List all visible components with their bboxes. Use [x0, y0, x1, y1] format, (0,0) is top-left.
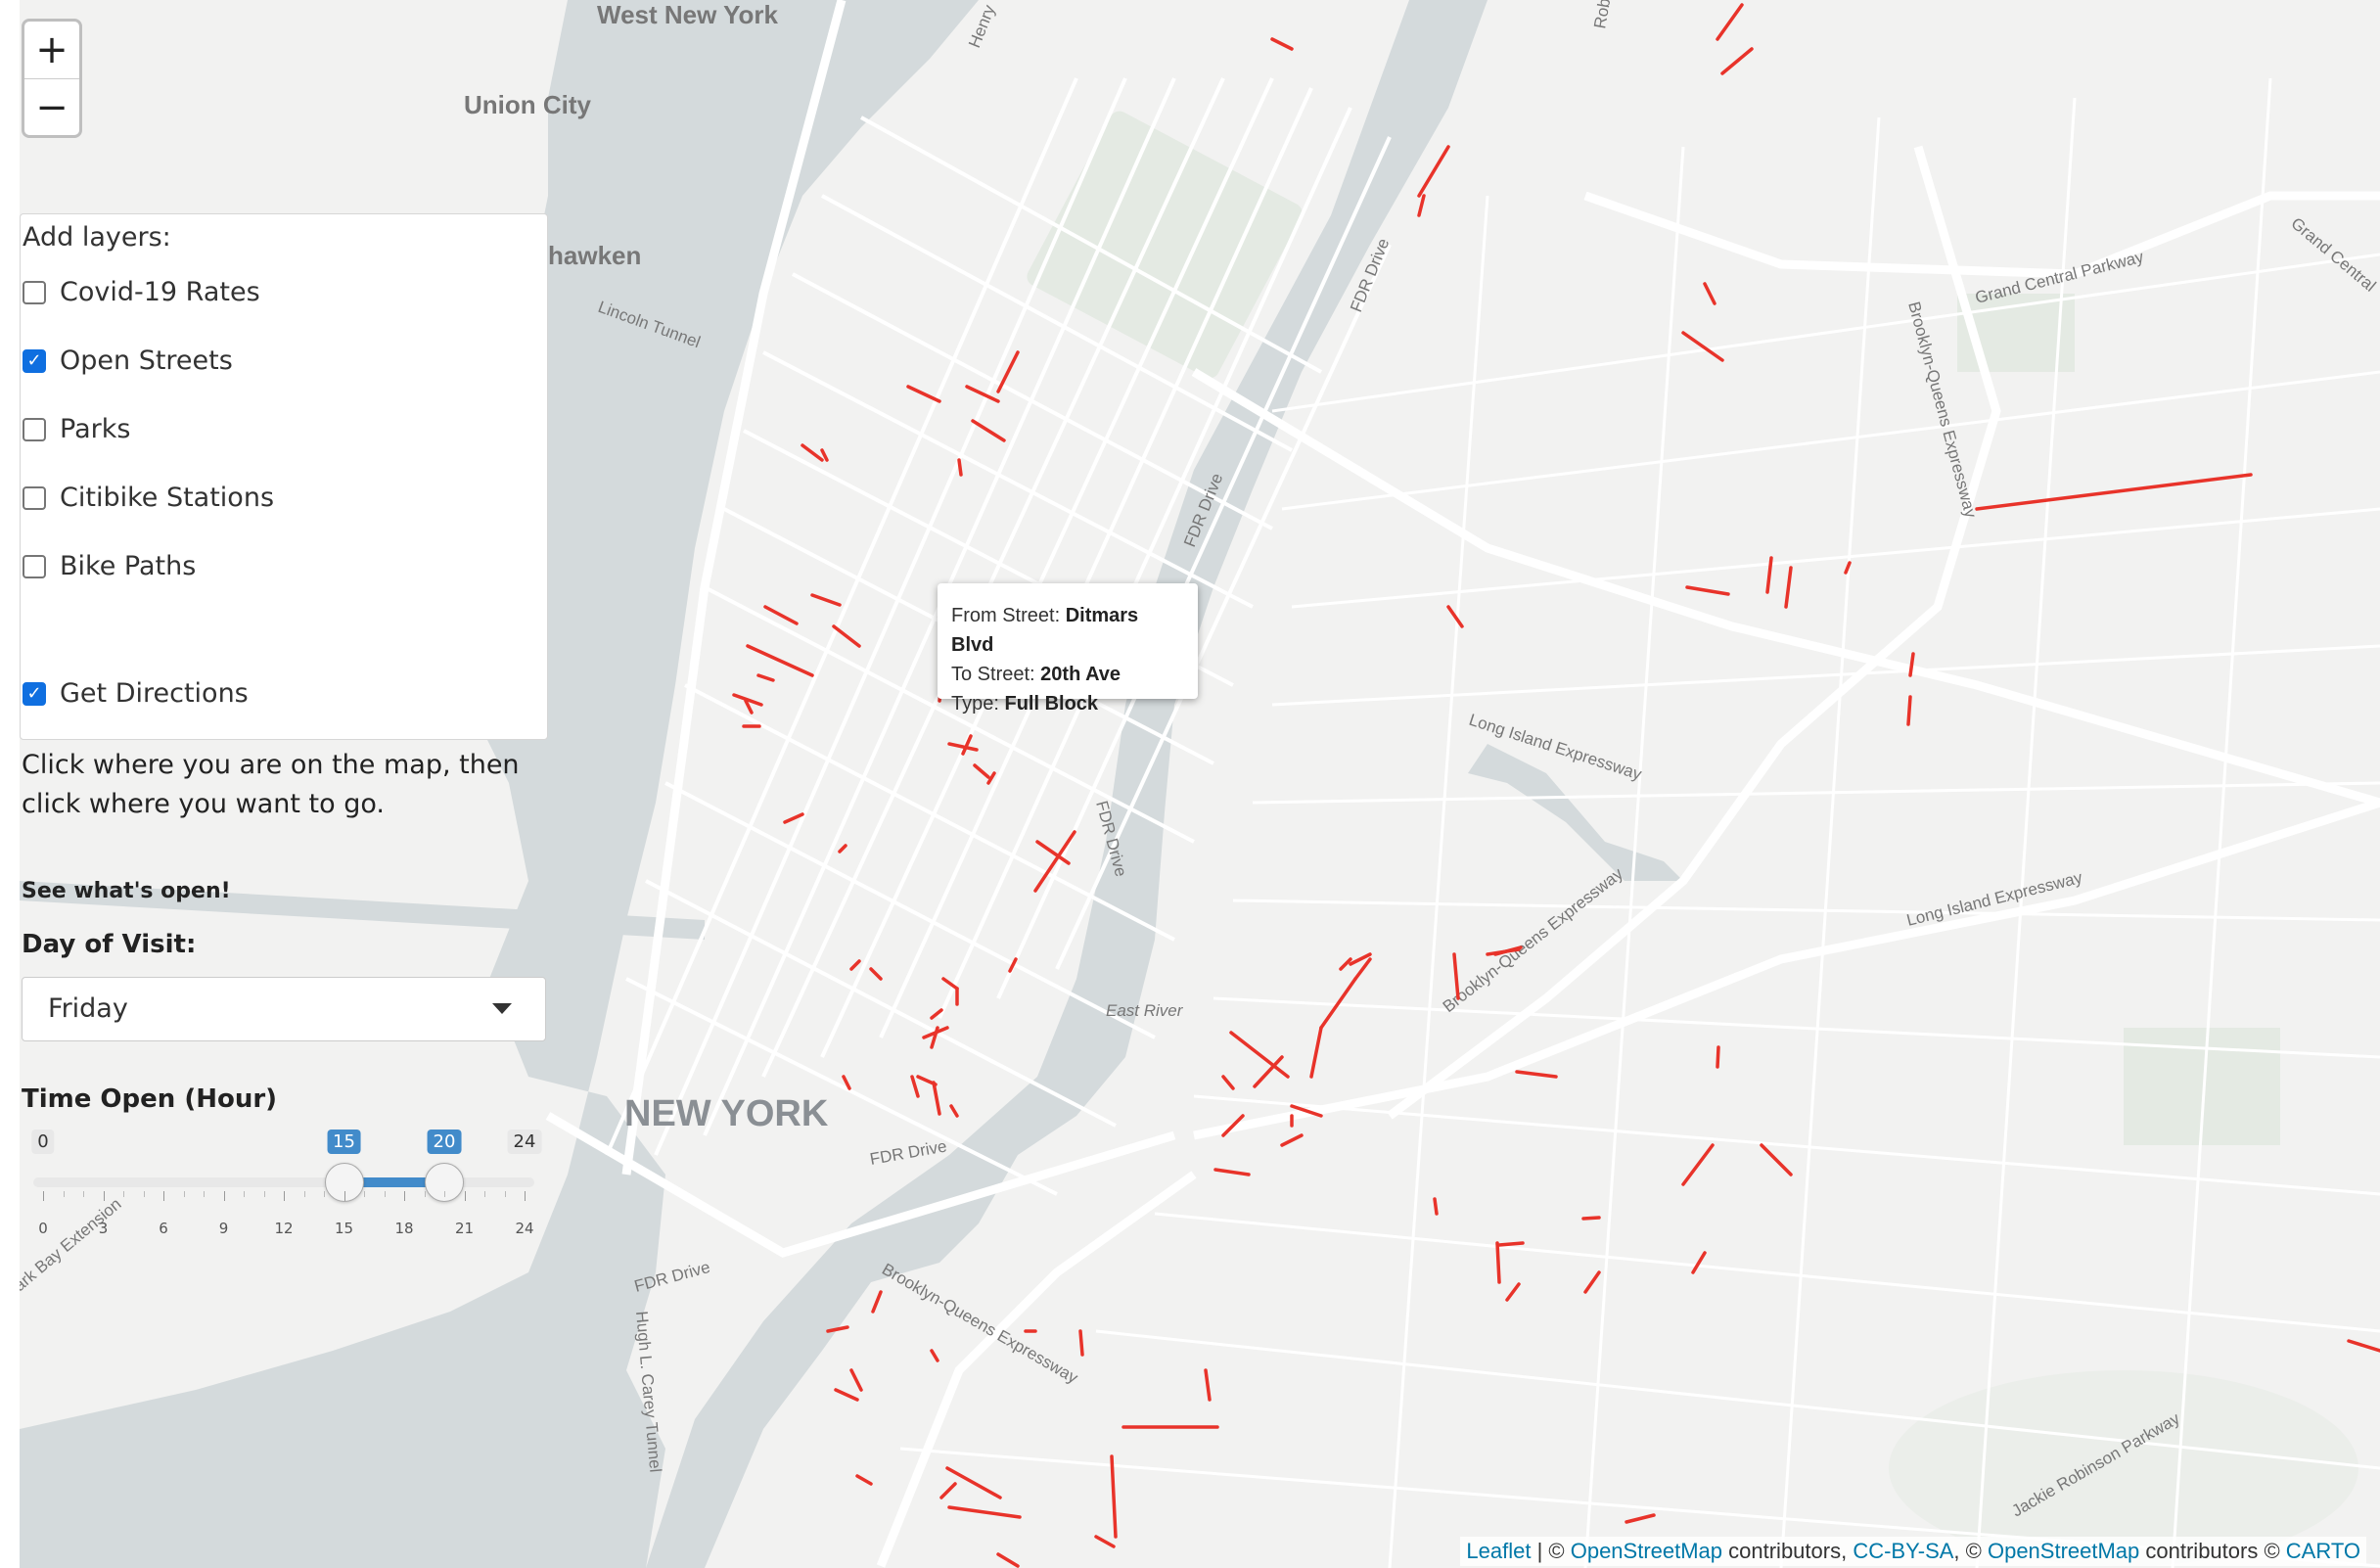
- map-label: Union City: [464, 90, 592, 119]
- get-directions-toggle[interactable]: ✓ Get Directions: [23, 678, 249, 709]
- slider-max-label: 24: [507, 1130, 542, 1154]
- slider-tick: [143, 1191, 145, 1197]
- layer-label: Covid-19 Rates: [60, 277, 260, 307]
- see-open-heading: See what's open!: [22, 879, 231, 903]
- osm-link[interactable]: OpenStreetMap: [1988, 1539, 2139, 1563]
- map-label: NEW YORK: [624, 1093, 829, 1134]
- layer-label: Parks: [60, 414, 131, 444]
- layer-label: Bike Paths: [60, 551, 197, 581]
- slider-tick-label: 15: [334, 1220, 354, 1237]
- attribution-text: | ©: [1531, 1539, 1571, 1563]
- slider-tick: [444, 1191, 445, 1197]
- layers-title: Add layers:: [23, 222, 171, 253]
- slider-tick: [263, 1191, 265, 1197]
- layers-panel: Add layers: Covid-19 Rates ✓ Open Street…: [20, 213, 548, 740]
- tooltip-from-row: From Street: Ditmars Blvd: [951, 601, 1184, 660]
- slider-tick: [504, 1191, 506, 1197]
- day-label: Day of Visit:: [22, 930, 197, 959]
- map-label: West New York: [597, 0, 778, 29]
- slider-tick: [343, 1191, 345, 1201]
- layer-toggle-covid[interactable]: Covid-19 Rates: [23, 277, 260, 307]
- checkbox[interactable]: [23, 554, 46, 578]
- checkbox[interactable]: [23, 280, 46, 304]
- carto-link[interactable]: CARTO: [2286, 1539, 2360, 1563]
- layer-label: Open Streets: [60, 346, 233, 376]
- slider-tick: [83, 1191, 84, 1197]
- chevron-down-icon: [492, 1003, 512, 1014]
- map-label: hawken: [548, 241, 641, 270]
- cc-by-sa-link[interactable]: CC-BY-SA: [1853, 1539, 1953, 1563]
- day-select-value: Friday: [48, 993, 128, 1024]
- osm-link[interactable]: OpenStreetMap: [1571, 1539, 1722, 1563]
- slider-tick-label: 24: [515, 1220, 534, 1237]
- checkbox[interactable]: [23, 485, 46, 510]
- slider-tick: [384, 1191, 386, 1197]
- slider-tick: [404, 1191, 405, 1201]
- slider-from-label: 15: [327, 1130, 361, 1154]
- tooltip-to-label: To Street:: [951, 664, 1035, 685]
- checkbox-checked[interactable]: ✓: [23, 348, 46, 373]
- layer-toggle-bike-paths[interactable]: Bike Paths: [23, 551, 196, 581]
- attribution-text: , ©: [1953, 1539, 1988, 1563]
- slider-tick-label: 9: [218, 1220, 229, 1237]
- slider-tick: [43, 1191, 44, 1201]
- layer-toggle-parks[interactable]: Parks: [23, 414, 130, 444]
- map-label: Rob: [1590, 0, 1614, 30]
- directions-help-text: Click where you are on the map, then cli…: [22, 750, 520, 819]
- slider-tick: [103, 1191, 105, 1201]
- slider-tick: [303, 1191, 305, 1197]
- slider-tick: [324, 1191, 325, 1197]
- time-label: Time Open (Hour): [22, 1084, 278, 1114]
- tooltip-from-label: From Street:: [951, 605, 1061, 626]
- zoom-control: + −: [22, 19, 82, 138]
- attribution-text: contributors,: [1722, 1539, 1854, 1563]
- tooltip-type-label: Type:: [951, 693, 999, 715]
- slider-tick-label: 18: [394, 1220, 414, 1237]
- tooltip-type-value: Full Block: [1004, 693, 1099, 715]
- slider-tick: [424, 1191, 426, 1197]
- slider-tick: [183, 1191, 185, 1197]
- slider-tick: [223, 1191, 225, 1201]
- map-label: East River: [1106, 1001, 1184, 1020]
- tooltip-to-value: 20th Ave: [1040, 664, 1121, 685]
- slider-tick: [464, 1191, 466, 1201]
- checkbox[interactable]: [23, 417, 46, 441]
- zoom-out-button[interactable]: −: [24, 78, 79, 135]
- directions-label: Get Directions: [60, 678, 249, 709]
- slider-tick: [123, 1191, 124, 1197]
- checkbox-checked[interactable]: ✓: [23, 681, 46, 706]
- slider-min-label: 0: [31, 1130, 55, 1154]
- slider-tick: [364, 1191, 365, 1197]
- map-label: FDR Drive: [868, 1136, 947, 1168]
- tooltip-to-row: To Street: 20th Ave: [951, 660, 1184, 689]
- day-select[interactable]: Friday: [22, 977, 546, 1041]
- time-range-slider[interactable]: 0 24 15 20 0 3 6 9 12 15 18 21 24: [20, 1126, 548, 1243]
- map-attribution: Leaflet | © OpenStreetMap contributors, …: [1460, 1537, 2366, 1566]
- slider-tick-label: 0: [38, 1220, 48, 1237]
- slider-tick-label: 3: [98, 1220, 109, 1237]
- tooltip-type-row: Type: Full Block: [951, 689, 1184, 718]
- slider-to-label: 20: [427, 1130, 462, 1154]
- slider-tick: [484, 1191, 485, 1197]
- map-label: Brooklyn-Queens Expressway: [1440, 864, 1627, 1016]
- layer-toggle-citibike[interactable]: Citibike Stations: [23, 483, 274, 513]
- map-label: Grand Central: [2287, 214, 2379, 296]
- layer-toggle-open-streets[interactable]: ✓ Open Streets: [23, 346, 233, 376]
- slider-tick: [204, 1191, 205, 1197]
- slider-tick: [163, 1191, 164, 1201]
- slider-tick-label: 12: [274, 1220, 294, 1237]
- slider-tick: [525, 1191, 526, 1201]
- slider-tick: [244, 1191, 245, 1197]
- slider-tick: [284, 1191, 285, 1201]
- attribution-text: contributors ©: [2139, 1539, 2286, 1563]
- zoom-in-button[interactable]: +: [24, 22, 79, 78]
- slider-tick: [63, 1191, 65, 1197]
- street-tooltip: From Street: Ditmars Blvd To Street: 20t…: [938, 583, 1198, 715]
- newtown-creek: [1468, 744, 1683, 881]
- leaflet-link[interactable]: Leaflet: [1466, 1539, 1531, 1563]
- layer-label: Citibike Stations: [60, 483, 275, 513]
- slider-tick-label: 21: [454, 1220, 475, 1237]
- slider-tick-label: 6: [159, 1220, 168, 1237]
